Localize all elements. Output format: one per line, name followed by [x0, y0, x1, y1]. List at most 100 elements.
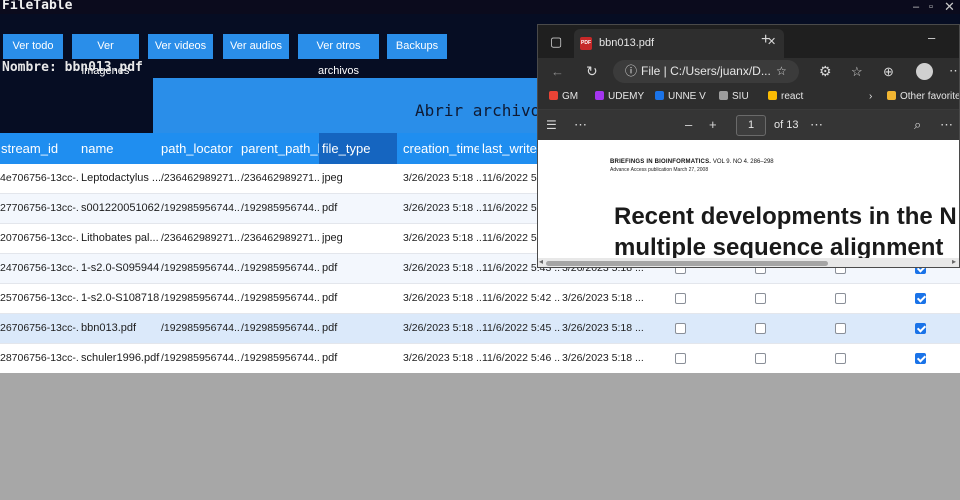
minimize-window-icon[interactable]: – [928, 31, 935, 44]
cell-stream-id[interactable]: 24706756-13cc-... [0, 254, 79, 283]
horizontal-scrollbar[interactable]: ◂ ▸ [538, 258, 959, 267]
column-header-parent-path[interactable]: parent_path_l [241, 133, 319, 164]
cell-file-type[interactable]: pdf [322, 344, 401, 373]
favorite-siu[interactable]: SIU [719, 91, 749, 102]
cell-file-type[interactable]: jpeg [322, 224, 401, 253]
row-checkbox[interactable] [675, 293, 686, 304]
cell-file-type[interactable]: pdf [322, 194, 401, 223]
cell-stream-id[interactable]: 28706756-13cc-... [0, 344, 79, 373]
cell-parent-path[interactable]: /192985956744... [241, 314, 320, 343]
cell-creation-time[interactable]: 3/26/2023 5:18 ... [403, 284, 482, 313]
cell-name[interactable]: 1-s2.0-S095944... [81, 254, 160, 283]
collections-icon[interactable]: ⊕ [883, 65, 894, 78]
zoom-in-icon[interactable]: + [709, 118, 717, 131]
cell-path-locator[interactable]: /236462989271... [161, 164, 240, 193]
more-icon[interactable]: ⋯ [949, 64, 959, 77]
cell-file-type[interactable]: jpeg [322, 164, 401, 193]
column-header-name[interactable]: name [81, 133, 157, 164]
cell-last-access[interactable]: 3/26/2023 5:18 ... [562, 284, 657, 313]
cell-parent-path[interactable]: /236462989271... [241, 224, 320, 253]
cell-file-type[interactable]: pdf [322, 254, 401, 283]
cell-stream-id[interactable]: 26706756-13cc-... [0, 314, 79, 343]
scroll-right-icon[interactable]: ▸ [952, 258, 956, 266]
row-checkbox[interactable] [755, 323, 766, 334]
cell-path-locator[interactable]: /192985956744... [161, 344, 240, 373]
ver-otros-archivos-button[interactable]: Ver otros archivos [298, 34, 379, 77]
cell-last-access[interactable]: 3/26/2023 5:18 ... [562, 344, 657, 373]
cell-name[interactable]: Leptodactylus ... [81, 164, 160, 193]
read-aloud-icon[interactable]: ☆ [776, 65, 787, 77]
cell-parent-path[interactable]: /192985956744... [241, 344, 320, 373]
pdf-more-icon[interactable]: ⋯ [574, 118, 587, 131]
column-header-path-locator[interactable]: path_locator [161, 133, 237, 164]
cell-file-type[interactable]: pdf [322, 314, 401, 343]
row-checkbox[interactable] [835, 293, 846, 304]
refresh-icon[interactable]: ↻ [586, 64, 598, 78]
search-icon[interactable]: ⌕ [914, 118, 921, 131]
table-row[interactable]: 25706756-13cc-... 1-s2.0-S108718.../19298… [0, 284, 960, 314]
new-tab-icon[interactable]: + [761, 32, 770, 48]
scrollbar-thumb[interactable] [546, 261, 828, 266]
cell-name[interactable]: Lithobates pal... [81, 224, 160, 253]
row-checkbox[interactable] [755, 353, 766, 364]
extensions-icon[interactable]: ⚙ [819, 64, 832, 78]
table-row[interactable]: 26706756-13cc-... bbn013.pdf/192985956744… [0, 314, 960, 344]
row-checkbox[interactable] [835, 323, 846, 334]
cell-parent-path[interactable]: /192985956744... [241, 254, 320, 283]
cell-parent-path[interactable]: /192985956744... [241, 194, 320, 223]
row-checkbox[interactable] [915, 293, 926, 304]
cell-last-access[interactable]: 3/26/2023 5:18 ... [562, 314, 657, 343]
close-icon[interactable]: ✕ [944, 0, 955, 15]
cell-last-write[interactable]: 11/6/2022 5:42 ... [482, 284, 561, 313]
cell-stream-id[interactable]: 27706756-13cc-... [0, 194, 79, 223]
column-header-last-write[interactable]: last_write [482, 133, 542, 164]
cell-creation-time[interactable]: 3/26/2023 5:18 ... [403, 194, 482, 223]
favorite-gm[interactable]: GM [549, 91, 578, 102]
maximize-icon[interactable]: ▫ [929, 1, 933, 13]
cell-file-type[interactable]: pdf [322, 284, 401, 313]
cell-creation-time[interactable]: 3/26/2023 5:18 ... [403, 344, 482, 373]
table-row[interactable]: 28706756-13cc-... schuler1996.pdf/1929859… [0, 344, 960, 373]
cell-parent-path[interactable]: /236462989271... [241, 164, 320, 193]
cell-creation-time[interactable]: 3/26/2023 5:18 ... [403, 164, 482, 193]
column-header-file-type[interactable]: file_type [319, 133, 397, 164]
column-header-creation-time[interactable]: creation_time [403, 133, 479, 164]
pdf-overflow-icon[interactable]: ⋯ [940, 118, 953, 131]
row-checkbox[interactable] [675, 323, 686, 334]
row-checkbox[interactable] [755, 293, 766, 304]
profile-avatar[interactable] [916, 63, 933, 80]
favorites-overflow-icon[interactable]: › [869, 91, 872, 102]
cell-stream-id[interactable]: 20706756-13cc-... [0, 224, 79, 253]
back-icon[interactable]: ← [551, 65, 564, 78]
pdf-options-icon[interactable]: ⋯ [810, 118, 823, 131]
scroll-left-icon[interactable]: ◂ [539, 258, 543, 266]
favorite-udemy[interactable]: UDEMY [595, 91, 644, 102]
cell-name[interactable]: schuler1996.pdf [81, 344, 160, 373]
ver-videos-button[interactable]: Ver videos [148, 34, 213, 59]
favorite-other-favorites[interactable]: Other favorites [887, 91, 959, 102]
cell-stream-id[interactable]: 25706756-13cc-... [0, 284, 79, 313]
cell-path-locator[interactable]: /192985956744... [161, 254, 240, 283]
favorite-react[interactable]: react [768, 91, 803, 102]
column-header-stream-id[interactable]: stream_id [1, 133, 77, 164]
cell-path-locator[interactable]: /192985956744... [161, 194, 240, 223]
cell-name[interactable]: s001220051062.... [81, 194, 160, 223]
pdf-page[interactable]: BRIEFINGS IN BIOINFORMATICS. VOL 9. NO 4… [538, 140, 959, 267]
favorite-unne-v[interactable]: UNNE V [655, 91, 706, 102]
cell-last-write[interactable]: 11/6/2022 5:46 ... [482, 344, 561, 373]
row-checkbox[interactable] [835, 353, 846, 364]
cell-creation-time[interactable]: 3/26/2023 5:18 ... [403, 314, 482, 343]
cell-last-write[interactable]: 11/6/2022 5:45 ... [482, 314, 561, 343]
address-bar[interactable]: ⓘ File | C:/Users/juanx/D... [613, 60, 799, 83]
cell-creation-time[interactable]: 3/26/2023 5:18 ... [403, 254, 482, 283]
contents-icon[interactable]: ☰ [546, 119, 557, 131]
cell-creation-time[interactable]: 3/26/2023 5:18 ... [403, 224, 482, 253]
row-checkbox[interactable] [915, 353, 926, 364]
page-number-input[interactable]: 1 [736, 115, 766, 136]
backups-button[interactable]: Backups [387, 34, 447, 59]
cell-path-locator[interactable]: /192985956744... [161, 314, 240, 343]
cell-name[interactable]: bbn013.pdf [81, 314, 160, 343]
ver-todo-button[interactable]: Ver todo [3, 34, 63, 59]
row-checkbox[interactable] [675, 353, 686, 364]
favorites-icon[interactable]: ☆ [851, 65, 863, 78]
